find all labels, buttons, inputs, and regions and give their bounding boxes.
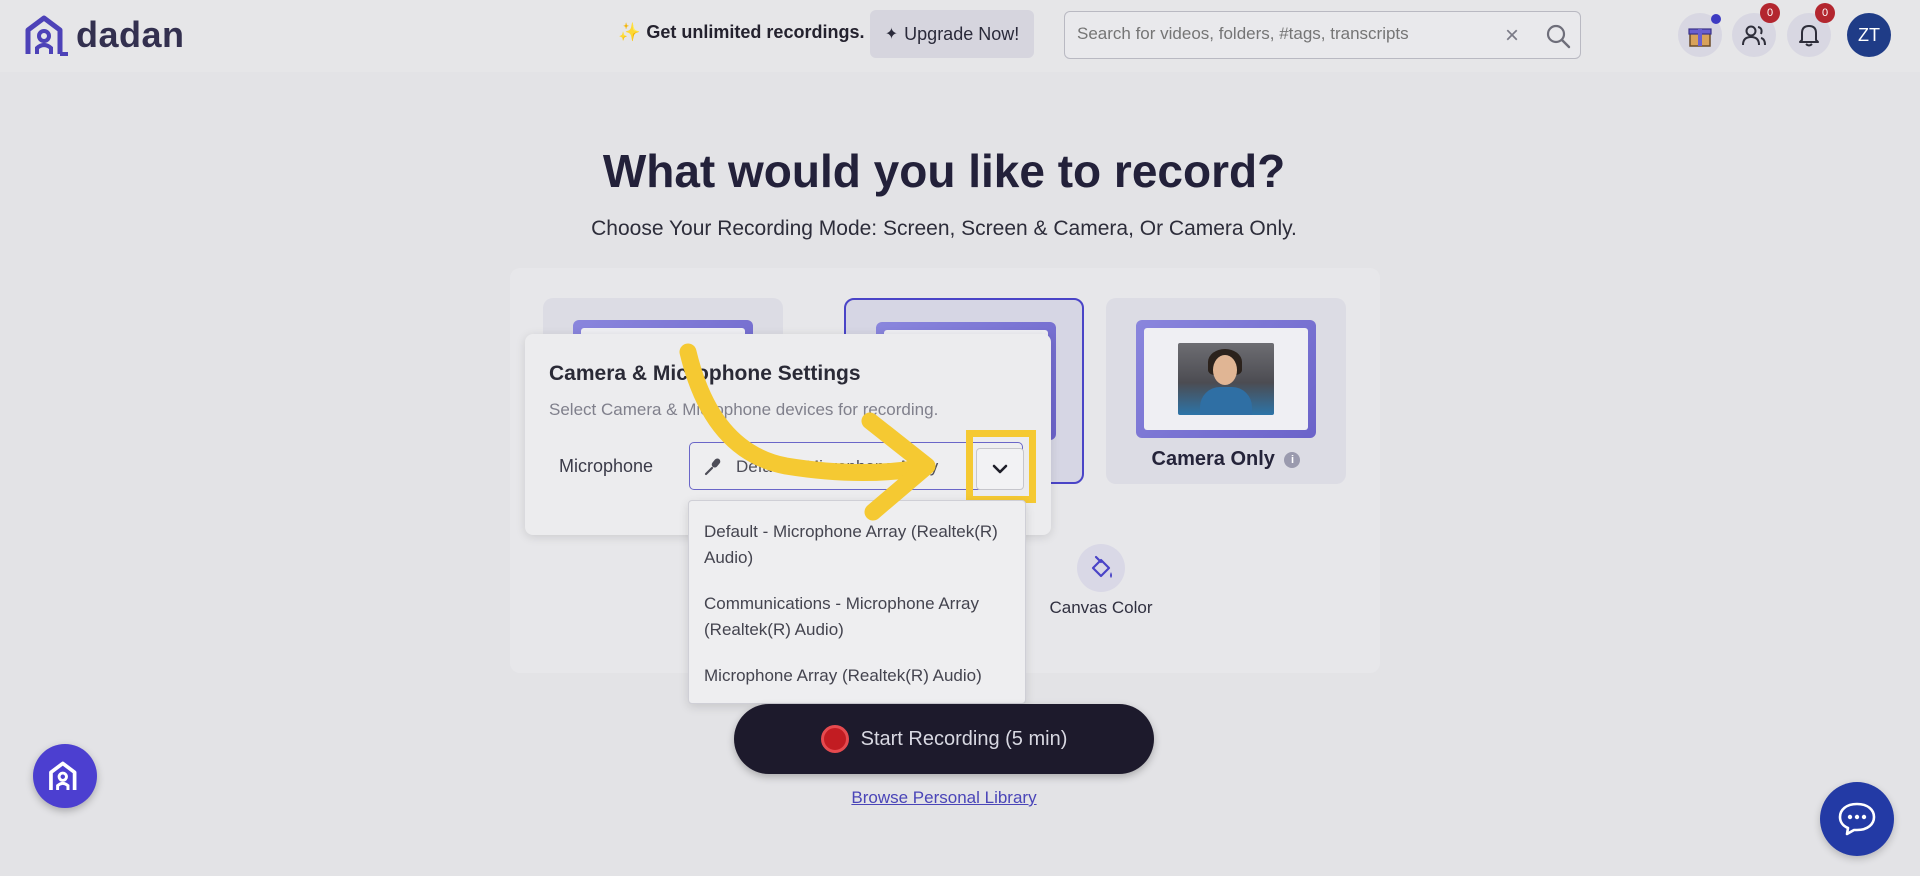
start-recording-label: Start Recording (5 min): [860, 727, 1068, 750]
browse-library-label[interactable]: Browse Personal Library: [851, 788, 1036, 807]
browse-library-link[interactable]: Browse Personal Library: [0, 788, 1888, 808]
camera-only-label: Camera Only: [1151, 448, 1275, 470]
microphone-icon: [704, 458, 721, 476]
upgrade-label: Upgrade Now!: [904, 23, 1020, 44]
chat-support-button[interactable]: [1820, 782, 1894, 856]
house-logo-icon: [25, 15, 68, 56]
team-button[interactable]: 0: [1732, 3, 1780, 57]
sparkle-icon: ✦: [884, 26, 899, 43]
gift-icon: [1688, 28, 1712, 47]
microphone-option[interactable]: Communications - Microphone Array (Realt…: [704, 591, 1024, 643]
microphone-dropdown-menu: Default - Microphone Array (Realtek(R) A…: [688, 500, 1026, 704]
mode-label: Camera Only i: [1106, 448, 1346, 471]
page-title: What would you like to record?: [602, 145, 1286, 197]
tool-icon-wrap: [1077, 544, 1125, 592]
search-icon[interactable]: [1545, 23, 1571, 49]
search-bar: ×: [1064, 11, 1581, 59]
unread-dot: [1711, 14, 1721, 24]
party-icon: ✨: [618, 22, 641, 42]
user-avatar[interactable]: ZT: [1847, 13, 1891, 57]
mode-preview: [1136, 320, 1316, 438]
gift-button[interactable]: [1678, 13, 1722, 57]
upgrade-button[interactable]: ✦ Upgrade Now!: [870, 10, 1034, 58]
start-recording-button[interactable]: Start Recording (5 min): [734, 704, 1154, 774]
dadan-launcher-button[interactable]: [33, 744, 97, 808]
promo-text: ✨ Get unlimited recordings.: [618, 22, 864, 43]
tutorial-highlight-box: [966, 430, 1036, 503]
record-icon: [820, 725, 849, 753]
microphone-label: Microphone: [559, 456, 654, 476]
clear-search-icon[interactable]: ×: [1505, 22, 1519, 50]
promo-label: Get unlimited recordings.: [646, 22, 865, 42]
canvas-color-tool[interactable]: Canvas Color: [1036, 544, 1166, 618]
microphone-option[interactable]: Default - Microphone Array (Realtek(R) A…: [704, 519, 1024, 571]
notifications-button[interactable]: 0: [1787, 3, 1835, 57]
bell-icon: [1799, 25, 1819, 47]
settings-subtitle: Select Camera & Microphone devices for r…: [549, 400, 939, 419]
chat-bubble-icon: [1838, 802, 1876, 836]
tool-label: Canvas Color: [1049, 598, 1153, 617]
team-count-badge: 0: [1760, 3, 1780, 23]
notification-count-badge: 0: [1815, 3, 1835, 23]
mode-card-camera-only[interactable]: Camera Only i: [1106, 298, 1346, 484]
settings-title: Camera & Microphone Settings: [549, 362, 861, 385]
house-logo-icon: [49, 761, 77, 791]
microphone-option[interactable]: Microphone Array (Realtek(R) Audio): [704, 663, 1024, 689]
page-subtitle: Choose Your Recording Mode: Screen, Scre…: [591, 217, 1297, 240]
dadan-logo[interactable]: dadan: [24, 14, 185, 56]
logo-text: dadan: [76, 14, 185, 55]
info-icon[interactable]: i: [1284, 451, 1301, 468]
microphone-selected-value: Default - Microphone Array: [736, 457, 939, 476]
top-header: dadan ✨ Get unlimited recordings. ✦ Upgr…: [0, 0, 1920, 72]
users-icon: [1742, 25, 1766, 46]
paint-bucket-icon: [1091, 555, 1112, 578]
camera-preview-image: [1178, 343, 1274, 415]
search-input[interactable]: [1077, 24, 1457, 44]
